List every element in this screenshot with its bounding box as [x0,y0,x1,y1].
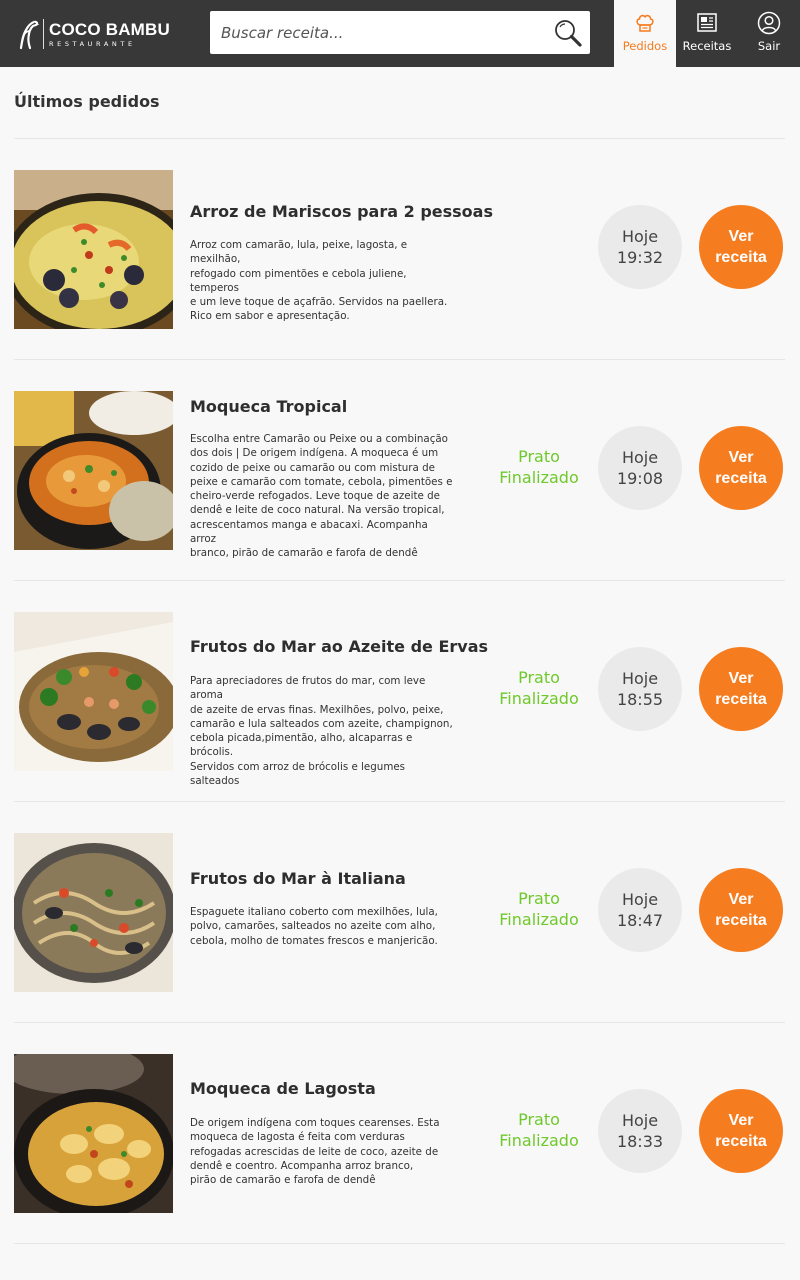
order-time: 18:47 [616,911,664,930]
dish-photo [14,391,173,550]
order-time-badge: Hoje 19:32 [598,205,682,289]
dish-title: Moqueca de Lagosta [190,1079,376,1098]
status-line1: Prato [518,889,560,908]
dish-title: Frutos do Mar à Italiana [190,869,406,888]
status-label: Prato Finalizado [494,446,584,488]
logo-text: COCO BAMBU RESTAURANTE [49,20,170,49]
view-recipe-button[interactable]: Ver receita [699,1089,783,1173]
status-line2: Finalizado [499,468,579,487]
order-row: Frutos do Mar ao Azeite de Ervas Para ap… [0,612,800,833]
view-recipe-button[interactable]: Ver receita [699,647,783,731]
order-time-badge: Hoje 18:55 [598,647,682,731]
logo-name: COCO BAMBU [49,19,170,39]
dish-title: Arroz de Mariscos para 2 pessoas [190,202,493,221]
order-time: 19:08 [616,469,664,488]
logo-subtitle: RESTAURANTE [49,39,136,48]
order-day: Hoje [621,227,659,246]
page-title: Últimos pedidos [14,92,160,111]
status-line1: Prato [518,1110,560,1129]
divider [14,359,785,360]
status-label: Prato Finalizado [494,888,584,930]
divider [14,1022,785,1023]
dish-photo [14,612,173,771]
dish-description: Espaguete italiano coberto com mexilhões… [190,906,438,947]
divider [14,1243,785,1244]
order-time: 18:33 [616,1132,664,1151]
search-icon [555,20,582,47]
order-time-badge: Hoje 19:08 [598,426,682,510]
status-label: Prato Finalizado [494,667,584,709]
order-day: Hoje [621,669,659,688]
dish-title: Frutos do Mar ao Azeite de Ervas [190,637,489,656]
tab-pedidos-label: Pedidos [622,39,668,53]
tab-sair-label: Sair [757,39,781,53]
order-row: Moqueca de Lagosta De origem indígena co… [0,1054,800,1275]
order-time: 18:55 [616,690,664,709]
order-time: 19:32 [616,248,664,267]
button-label-line1: Ver [728,228,754,245]
dish-description: De origem indígena com toques cearenses.… [190,1117,440,1187]
order-time-badge: Hoje 18:47 [598,868,682,952]
divider [14,801,785,802]
status-line1: Prato [518,447,560,466]
newspaper-icon [697,13,717,32]
button-label-line1: Ver [728,1112,754,1129]
order-row: Arroz de Mariscos para 2 pessoas Arroz c… [0,170,800,391]
logo[interactable]: COCO BAMBU RESTAURANTE [16,17,170,51]
button-label-line1: Ver [728,670,754,687]
button-label-line2: receita [715,912,767,929]
divider [14,138,785,139]
dish-description: Arroz com camarão, lula, peixe, lagosta,… [190,239,448,323]
tab-receitas-label: Receitas [682,39,732,53]
order-row: Moqueca Tropical Escolha entre Camarão o… [0,391,800,612]
tab-receitas[interactable]: Receitas [676,0,738,67]
dish-title: Moqueca Tropical [190,397,348,416]
dish-description: Escolha entre Camarão ou Peixe ou a comb… [190,433,453,560]
status-line2: Finalizado [499,689,579,708]
order-time-badge: Hoje 18:33 [598,1089,682,1173]
order-day: Hoje [621,1111,659,1130]
chef-hat-icon [636,14,654,32]
button-label-line2: receita [715,249,767,266]
status-line2: Finalizado [499,1131,579,1150]
dish-description: Para apreciadores de frutos do mar, com … [190,675,453,788]
tab-sair[interactable]: Sair [738,0,800,67]
button-label-line2: receita [715,1133,767,1150]
status-label: Prato Finalizado [494,1109,584,1151]
top-bar: COCO BAMBU RESTAURANTE Pedidos Receitas [0,0,800,67]
button-label-line2: receita [715,470,767,487]
status-line1: Prato [518,668,560,687]
search-input[interactable] [210,11,590,54]
order-row: Frutos do Mar à Italiana Espaguete itali… [0,833,800,1054]
dish-photo [14,170,173,329]
logo-divider [43,19,44,49]
button-label-line1: Ver [728,449,754,466]
view-recipe-button[interactable]: Ver receita [699,205,783,289]
user-icon [757,11,781,35]
button-label-line1: Ver [728,891,754,908]
tab-pedidos[interactable]: Pedidos [614,0,676,67]
button-label-line2: receita [715,691,767,708]
view-recipe-button[interactable]: Ver receita [699,868,783,952]
dish-photo [14,833,173,992]
divider [14,580,785,581]
search-button[interactable] [552,17,586,49]
order-day: Hoje [621,448,659,467]
dish-photo [14,1054,173,1213]
search-box [210,11,590,54]
order-day: Hoje [621,890,659,909]
status-line2: Finalizado [499,910,579,929]
bird-logo-icon [19,20,40,50]
view-recipe-button[interactable]: Ver receita [699,426,783,510]
